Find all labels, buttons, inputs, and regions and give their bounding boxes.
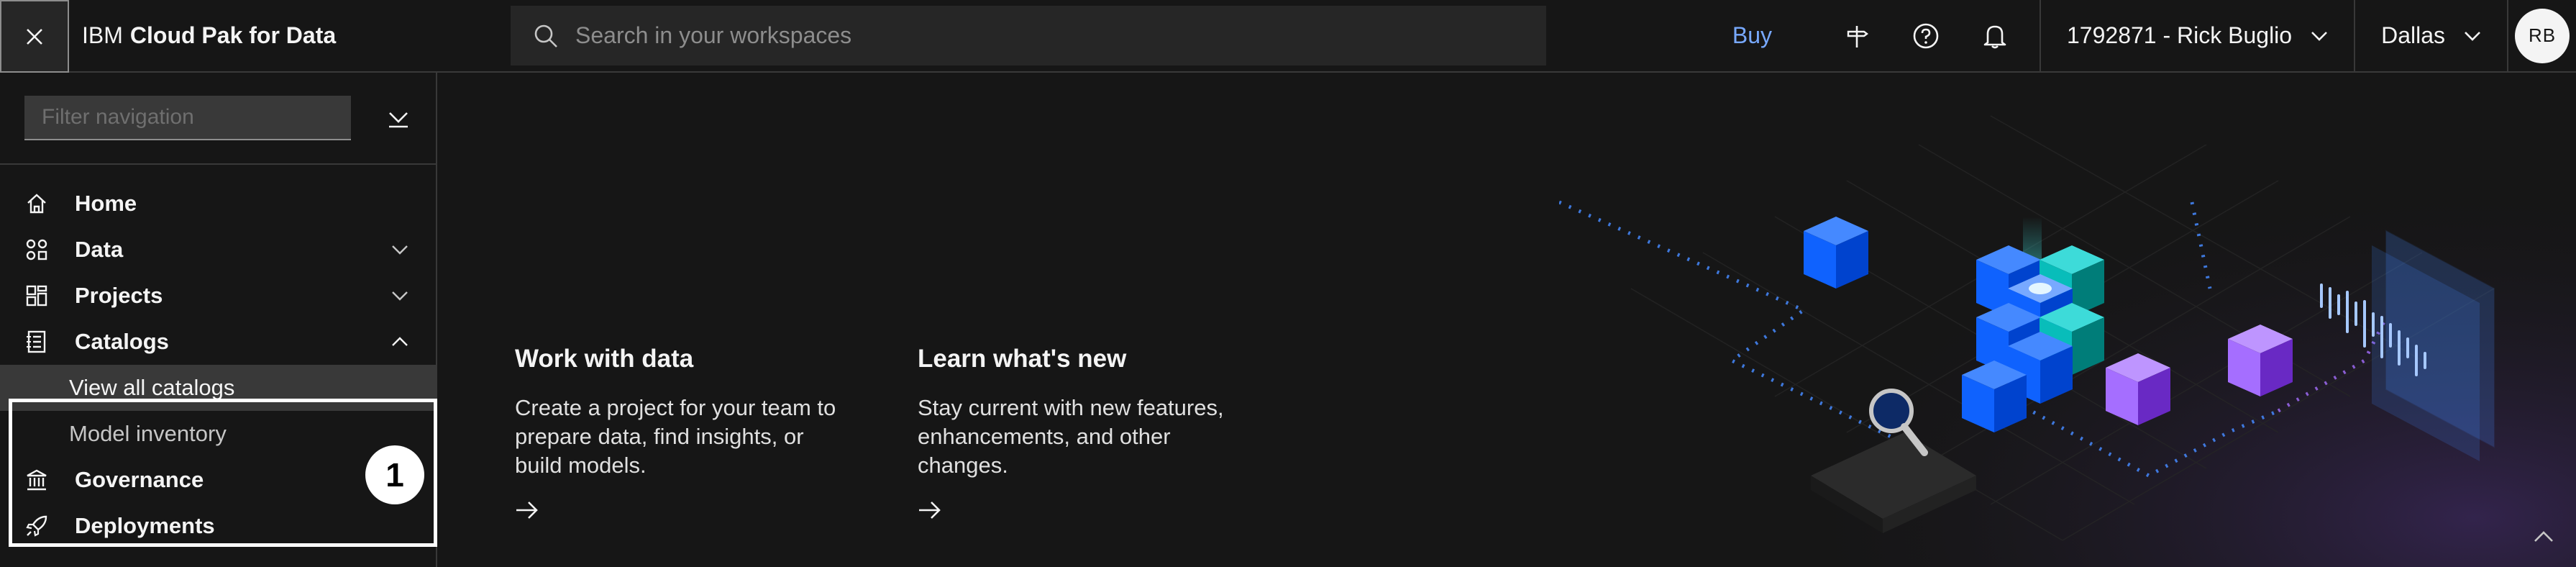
sidebar-item-projects[interactable]: Projects [0,273,436,319]
home-icon [24,191,49,216]
arrow-right-icon[interactable] [918,500,942,520]
sidebar-item-label: Projects [75,283,163,308]
collapse-all-button[interactable] [384,104,413,132]
top-header: IBM Cloud Pak for Data Buy [0,0,2576,73]
card-body: Create a project for your team to prepar… [515,395,836,478]
chevron-down-icon [390,241,410,258]
search-icon [534,24,557,47]
sidebar-subitem-model-inventory[interactable]: Model inventory [0,411,436,457]
catalog-icon [24,330,49,354]
notifications-button[interactable] [1960,0,2029,72]
help-button[interactable] [1891,0,1960,72]
avatar: RB [2515,8,2570,63]
sidebar-item-deployments[interactable]: Deployments [0,503,436,549]
card-title: Work with data [515,345,694,373]
account-switcher[interactable]: 1792871 - Rick Buglio [2040,0,2354,72]
chevron-down-icon [390,287,410,304]
projects-icon [24,284,49,308]
sidebar-item-label: Data [75,237,124,262]
help-icon [1913,23,1939,48]
card-body: Stay current with new features, enhancem… [918,395,1224,478]
brand-prefix: IBM [82,22,123,48]
brand-name: Cloud Pak for Data [129,22,337,48]
sidebar-item-label: Deployments [75,513,215,538]
sidebar-item-label: Catalogs [75,329,169,354]
user-menu-button[interactable]: RB [2507,0,2576,72]
sidebar-item-catalogs[interactable]: Catalogs [0,319,436,365]
side-navigation: Home Data Projects [0,73,437,567]
sidebar-item-home[interactable]: Home [0,181,436,227]
data-icon [24,237,49,262]
nav-list: Home Data Projects Catalogs View all cat… [0,181,436,549]
sidebar-subitem-view-all-catalogs[interactable]: View all catalogs [0,365,436,411]
filter-navigation-input[interactable] [24,96,351,140]
chevron-down-icon [2311,31,2327,41]
close-icon [27,28,42,45]
account-label: 1792871 - Rick Buglio [2067,22,2293,48]
chevron-up-icon [390,333,410,350]
step-number-badge: 1 [365,445,424,504]
card-work-with-data[interactable]: Work with data Create a project for your… [515,345,853,524]
main-content: Work with data Create a project for your… [437,73,2576,567]
close-menu-button[interactable] [0,0,69,73]
sidebar-item-label: Home [75,191,137,216]
search-input[interactable] [575,22,1546,49]
collapse-all-icon [389,112,408,128]
hero-illustration [1559,73,2576,567]
product-brand[interactable]: IBM Cloud Pak for Data [69,0,511,71]
signpost-button[interactable] [1822,0,1891,72]
sidebar-item-data[interactable]: Data [0,227,436,273]
global-search[interactable] [511,6,1546,65]
sidebar-item-label: Governance [75,467,204,492]
card-learn-whats-new[interactable]: Learn what's new Stay current with new f… [918,345,1256,524]
signpost-icon [1847,25,1868,47]
governance-icon [24,468,49,492]
header-actions: Buy 1792871 - Rick Buglio Dallas RB [1546,0,2576,72]
chevron-up-icon[interactable] [2533,528,2554,545]
bell-icon [1983,25,2006,48]
card-title: Learn what's new [918,345,1127,373]
chevron-down-icon [2465,31,2480,41]
rocket-icon [24,514,49,538]
nav-filter-row [0,73,436,165]
app-root: IBM Cloud Pak for Data Buy [0,0,2576,567]
region-label: Dallas [2381,22,2445,48]
arrow-right-icon[interactable] [515,500,539,520]
region-switcher[interactable]: Dallas [2354,0,2507,72]
buy-link[interactable]: Buy [1732,22,1772,49]
